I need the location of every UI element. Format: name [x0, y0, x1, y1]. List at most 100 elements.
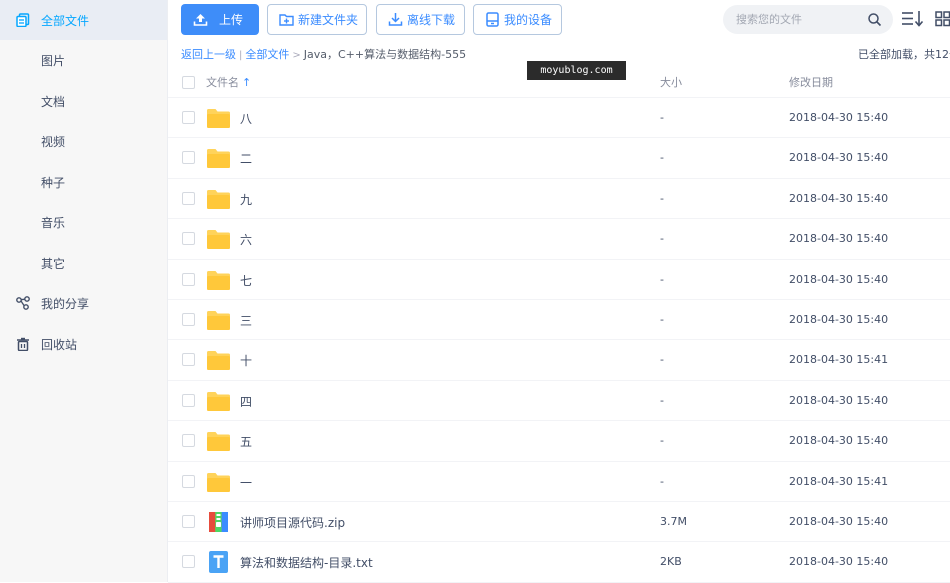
file-size: - — [660, 474, 664, 488]
file-name[interactable]: 十 — [240, 352, 252, 369]
table-row[interactable]: 七 - 2018-04-30 15:40 — [168, 260, 950, 300]
row-checkbox[interactable] — [182, 272, 195, 286]
upload-button[interactable]: 上传 — [181, 4, 259, 35]
folder-icon — [207, 149, 230, 169]
file-name[interactable]: 七 — [240, 272, 252, 289]
row-checkbox[interactable] — [182, 515, 195, 528]
file-name[interactable]: 二 — [240, 150, 252, 167]
sort-ascending-icon: ↑ — [242, 76, 252, 89]
name-column-header[interactable]: 文件名 ↑ — [206, 74, 251, 90]
sidebar-item-torrents[interactable]: 种子 — [0, 162, 167, 202]
file-name[interactable]: 六 — [240, 231, 252, 248]
grid-view-icon[interactable] — [935, 10, 950, 27]
modified-date: 2018-04-30 15:40 — [789, 313, 889, 326]
file-size: - — [660, 434, 664, 448]
search-icon[interactable] — [867, 12, 882, 27]
upload-icon — [193, 14, 208, 26]
sidebar-item-my-share[interactable]: 我的分享 — [0, 283, 167, 323]
device-icon — [486, 12, 499, 27]
row-checkbox[interactable] — [182, 555, 195, 569]
folder-icon — [207, 270, 230, 290]
table-row[interactable]: 九 - 2018-04-30 15:40 — [168, 179, 950, 220]
size-column-header[interactable]: 大小 — [660, 74, 682, 90]
share-icon — [16, 296, 30, 310]
sidebar-item-all-files[interactable]: 全部文件 — [0, 0, 167, 40]
sidebar-item-label: 种子 — [41, 175, 66, 190]
loaded-status: 已全部加载，共12个 — [858, 48, 950, 61]
folder-icon — [207, 311, 230, 330]
table-row[interactable]: 算法和数据结构-目录.txt 2KB 2018-04-30 15:40 — [168, 542, 950, 583]
zip-archive-icon — [209, 512, 228, 532]
upload-label: 上传 — [219, 13, 244, 27]
file-size: - — [660, 353, 664, 367]
offline-download-label: 离线下载 — [407, 13, 456, 27]
table-row[interactable]: 三 - 2018-04-30 15:40 — [168, 300, 950, 341]
file-name[interactable]: 算法和数据结构-目录.txt — [240, 554, 373, 571]
sidebar-item-label: 我的分享 — [41, 296, 90, 311]
row-checkbox[interactable] — [182, 353, 195, 367]
file-name[interactable]: 三 — [240, 312, 252, 329]
offline-download-button[interactable]: 离线下载 — [376, 4, 465, 35]
modified-date: 2018-04-30 15:40 — [789, 111, 889, 124]
file-size: - — [660, 151, 664, 165]
table-row[interactable]: 一 - 2018-04-30 15:41 — [168, 462, 950, 502]
file-size: 3.7M — [660, 515, 687, 528]
modified-date: 2018-04-30 15:40 — [789, 555, 889, 569]
row-checkbox[interactable] — [182, 111, 195, 124]
table-row[interactable]: 六 - 2018-04-30 15:40 — [168, 219, 950, 260]
new-folder-label: 新建文件夹 — [298, 13, 359, 27]
back-link[interactable]: 返回上一级 — [181, 48, 236, 61]
folder-icon — [207, 230, 230, 250]
sidebar-item-music[interactable]: 音乐 — [0, 202, 167, 242]
file-size: - — [660, 111, 664, 124]
sidebar-item-label: 音乐 — [41, 215, 66, 230]
file-name[interactable]: 四 — [240, 393, 252, 410]
table-row[interactable]: 五 - 2018-04-30 15:40 — [168, 421, 950, 462]
table-row[interactable]: 八 - 2018-04-30 15:40 — [168, 98, 950, 139]
modified-date: 2018-04-30 15:40 — [789, 515, 889, 528]
new-folder-button[interactable]: 新建文件夹 — [267, 4, 367, 35]
sidebar-item-documents[interactable]: 文档 — [0, 81, 167, 121]
row-checkbox[interactable] — [182, 191, 195, 205]
folder-icon — [207, 391, 230, 411]
row-checkbox[interactable] — [182, 313, 195, 326]
breadcrumb-root-link[interactable]: 全部文件 — [245, 48, 289, 61]
search-box — [723, 5, 893, 34]
file-size: 2KB — [660, 555, 682, 569]
table-row[interactable]: 四 - 2018-04-30 15:40 — [168, 381, 950, 422]
sidebar-item-other[interactable]: 其它 — [0, 243, 167, 283]
date-column-header[interactable]: 修改日期 — [789, 74, 833, 90]
sidebar-item-videos[interactable]: 视频 — [0, 121, 167, 161]
table-row[interactable]: 二 - 2018-04-30 15:40 — [168, 138, 950, 179]
table-row[interactable]: 十 - 2018-04-30 15:41 — [168, 340, 950, 381]
row-checkbox[interactable] — [182, 474, 195, 488]
breadcrumb-separator: | — [239, 50, 243, 61]
sort-icon[interactable] — [901, 10, 925, 27]
file-size: - — [660, 313, 664, 326]
folder-icon — [207, 189, 230, 209]
row-checkbox[interactable] — [182, 232, 195, 246]
file-name[interactable]: 九 — [240, 191, 252, 208]
file-name[interactable]: 讲师项目源代码.zip — [240, 514, 345, 531]
sidebar-item-recycle-bin[interactable]: 回收站 — [0, 324, 167, 364]
file-name[interactable]: 八 — [240, 110, 252, 127]
main-panel: 上传 新建文件夹 离线下载 我的设备 搜索您的文件 返回上一级 | 全部文件 >… — [168, 0, 950, 583]
file-name[interactable]: 五 — [240, 433, 252, 450]
sidebar: 全部文件 图片 文档 视频 种子 音乐 其它 我的分享 回收站 — [0, 0, 168, 582]
file-size: - — [660, 272, 664, 286]
my-devices-button[interactable]: 我的设备 — [473, 4, 562, 35]
sidebar-item-label: 回收站 — [41, 337, 78, 352]
file-name[interactable]: 一 — [240, 474, 252, 491]
folder-icon — [207, 351, 230, 371]
row-checkbox[interactable] — [182, 393, 195, 407]
row-checkbox[interactable] — [182, 151, 195, 165]
row-checkbox[interactable] — [182, 434, 195, 448]
folder-icon — [207, 109, 230, 128]
modified-date: 2018-04-30 15:40 — [789, 151, 889, 165]
file-size: - — [660, 393, 664, 407]
select-all-checkbox[interactable] — [182, 76, 195, 89]
table-row[interactable]: 讲师项目源代码.zip 3.7M 2018-04-30 15:40 — [168, 502, 950, 543]
search-input[interactable] — [736, 11, 864, 28]
sidebar-item-images[interactable]: 图片 — [0, 40, 167, 80]
sidebar-item-label: 视频 — [41, 134, 66, 149]
